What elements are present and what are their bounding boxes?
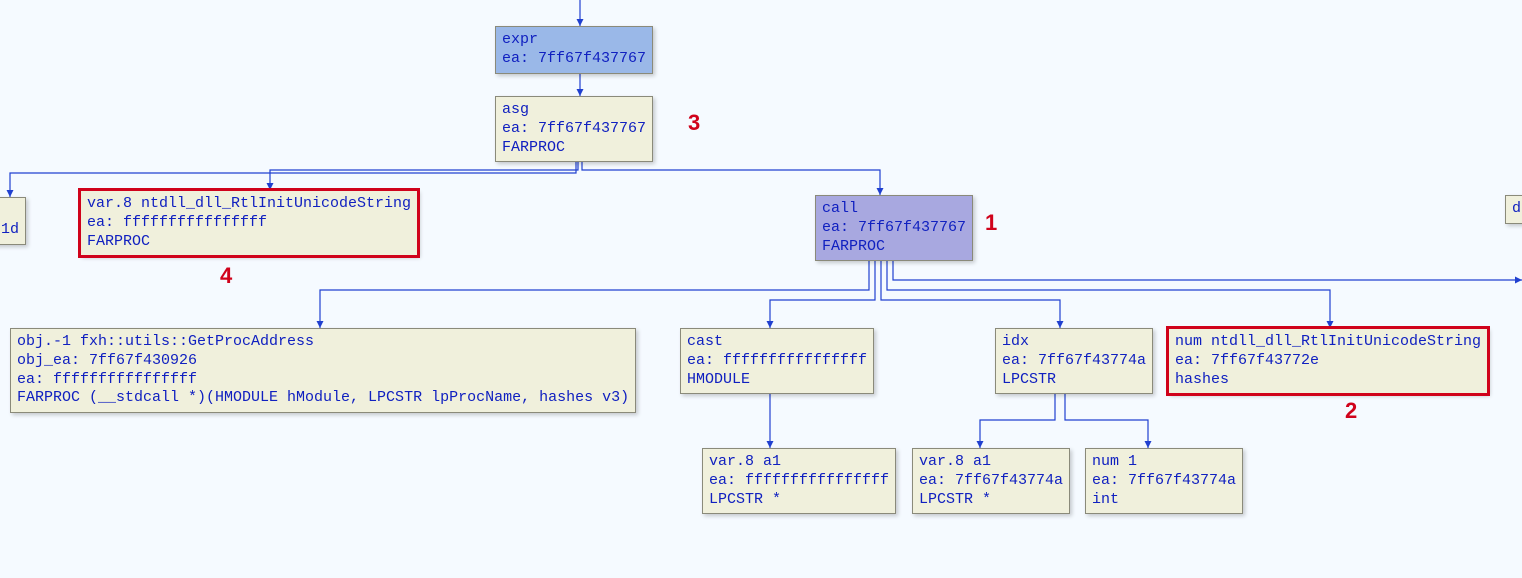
annotation-2: 2 <box>1345 398 1357 424</box>
node-line: idx <box>1002 333 1146 352</box>
node-line: hashes <box>1175 371 1481 390</box>
annotation-1: 1 <box>985 210 997 236</box>
node-line: asg <box>502 101 646 120</box>
node-line: var.8 a1 <box>919 453 1063 472</box>
node-obj-getprocaddress[interactable]: obj.-1 fxh::utils::GetProcAddress obj_ea… <box>10 328 636 413</box>
node-line: cast <box>687 333 867 352</box>
node-line <box>0 202 19 221</box>
node-line: LPCSTR <box>1002 371 1146 390</box>
node-line: ea: ffffffffffffffff <box>17 371 629 390</box>
node-idx[interactable]: idx ea: 7ff67f43774a LPCSTR <box>995 328 1153 394</box>
node-line: num 1 <box>1092 453 1236 472</box>
node-line: ea: ffffffffffffffff <box>687 352 867 371</box>
node-line: 7f43771d <box>0 221 19 240</box>
node-line: obj.-1 fxh::utils::GetProcAddress <box>17 333 629 352</box>
node-line: FARPROC <box>822 238 966 257</box>
node-line: int <box>1092 491 1236 510</box>
annotation-4: 4 <box>220 263 232 289</box>
node-line: num ntdll_dll_RtlInitUnicodeString <box>1175 333 1481 352</box>
node-call[interactable]: call ea: 7ff67f437767 FARPROC <box>815 195 973 261</box>
node-line: FARPROC <box>502 139 646 158</box>
annotation-3: 3 <box>688 110 700 136</box>
node-line: FARPROC (__stdcall *)(HMODULE hModule, L… <box>17 389 629 408</box>
node-line: ea: 7ff67f43774a <box>1002 352 1146 371</box>
node-line: ea: 7ff67f437767 <box>822 219 966 238</box>
node-line: HMODULE <box>687 371 867 390</box>
node-line: var.8 a1 <box>709 453 889 472</box>
node-line: d <box>1512 200 1521 219</box>
node-edge-left[interactable]: 7f43771d <box>0 197 26 245</box>
node-line: expr <box>502 31 646 50</box>
node-line: ea: ffffffffffffffff <box>87 214 411 233</box>
node-line: ea: ffffffffffffffff <box>709 472 889 491</box>
node-var8-a1-b[interactable]: var.8 a1 ea: 7ff67f43774a LPCSTR * <box>912 448 1070 514</box>
node-line: LPCSTR * <box>709 491 889 510</box>
node-line: call <box>822 200 966 219</box>
node-line: ea: 7ff67f437767 <box>502 50 646 69</box>
node-expr[interactable]: expr ea: 7ff67f437767 <box>495 26 653 74</box>
node-line: ea: 7ff67f43774a <box>1092 472 1236 491</box>
node-line: ea: 7ff67f43774a <box>919 472 1063 491</box>
node-cast[interactable]: cast ea: ffffffffffffffff HMODULE <box>680 328 874 394</box>
node-var8-a1-a[interactable]: var.8 a1 ea: ffffffffffffffff LPCSTR * <box>702 448 896 514</box>
node-num1[interactable]: num 1 ea: 7ff67f43774a int <box>1085 448 1243 514</box>
node-line: var.8 ntdll_dll_RtlInitUnicodeString <box>87 195 411 214</box>
node-edge-right[interactable]: d <box>1505 195 1522 224</box>
node-line: ea: 7ff67f437767 <box>502 120 646 139</box>
node-line: FARPROC <box>87 233 411 252</box>
node-num-rtl[interactable]: num ntdll_dll_RtlInitUnicodeString ea: 7… <box>1168 328 1488 394</box>
node-line: obj_ea: 7ff67f430926 <box>17 352 629 371</box>
node-line: ea: 7ff67f43772e <box>1175 352 1481 371</box>
node-line: LPCSTR * <box>919 491 1063 510</box>
node-var8-rtl[interactable]: var.8 ntdll_dll_RtlInitUnicodeString ea:… <box>80 190 418 256</box>
node-asg[interactable]: asg ea: 7ff67f437767 FARPROC <box>495 96 653 162</box>
